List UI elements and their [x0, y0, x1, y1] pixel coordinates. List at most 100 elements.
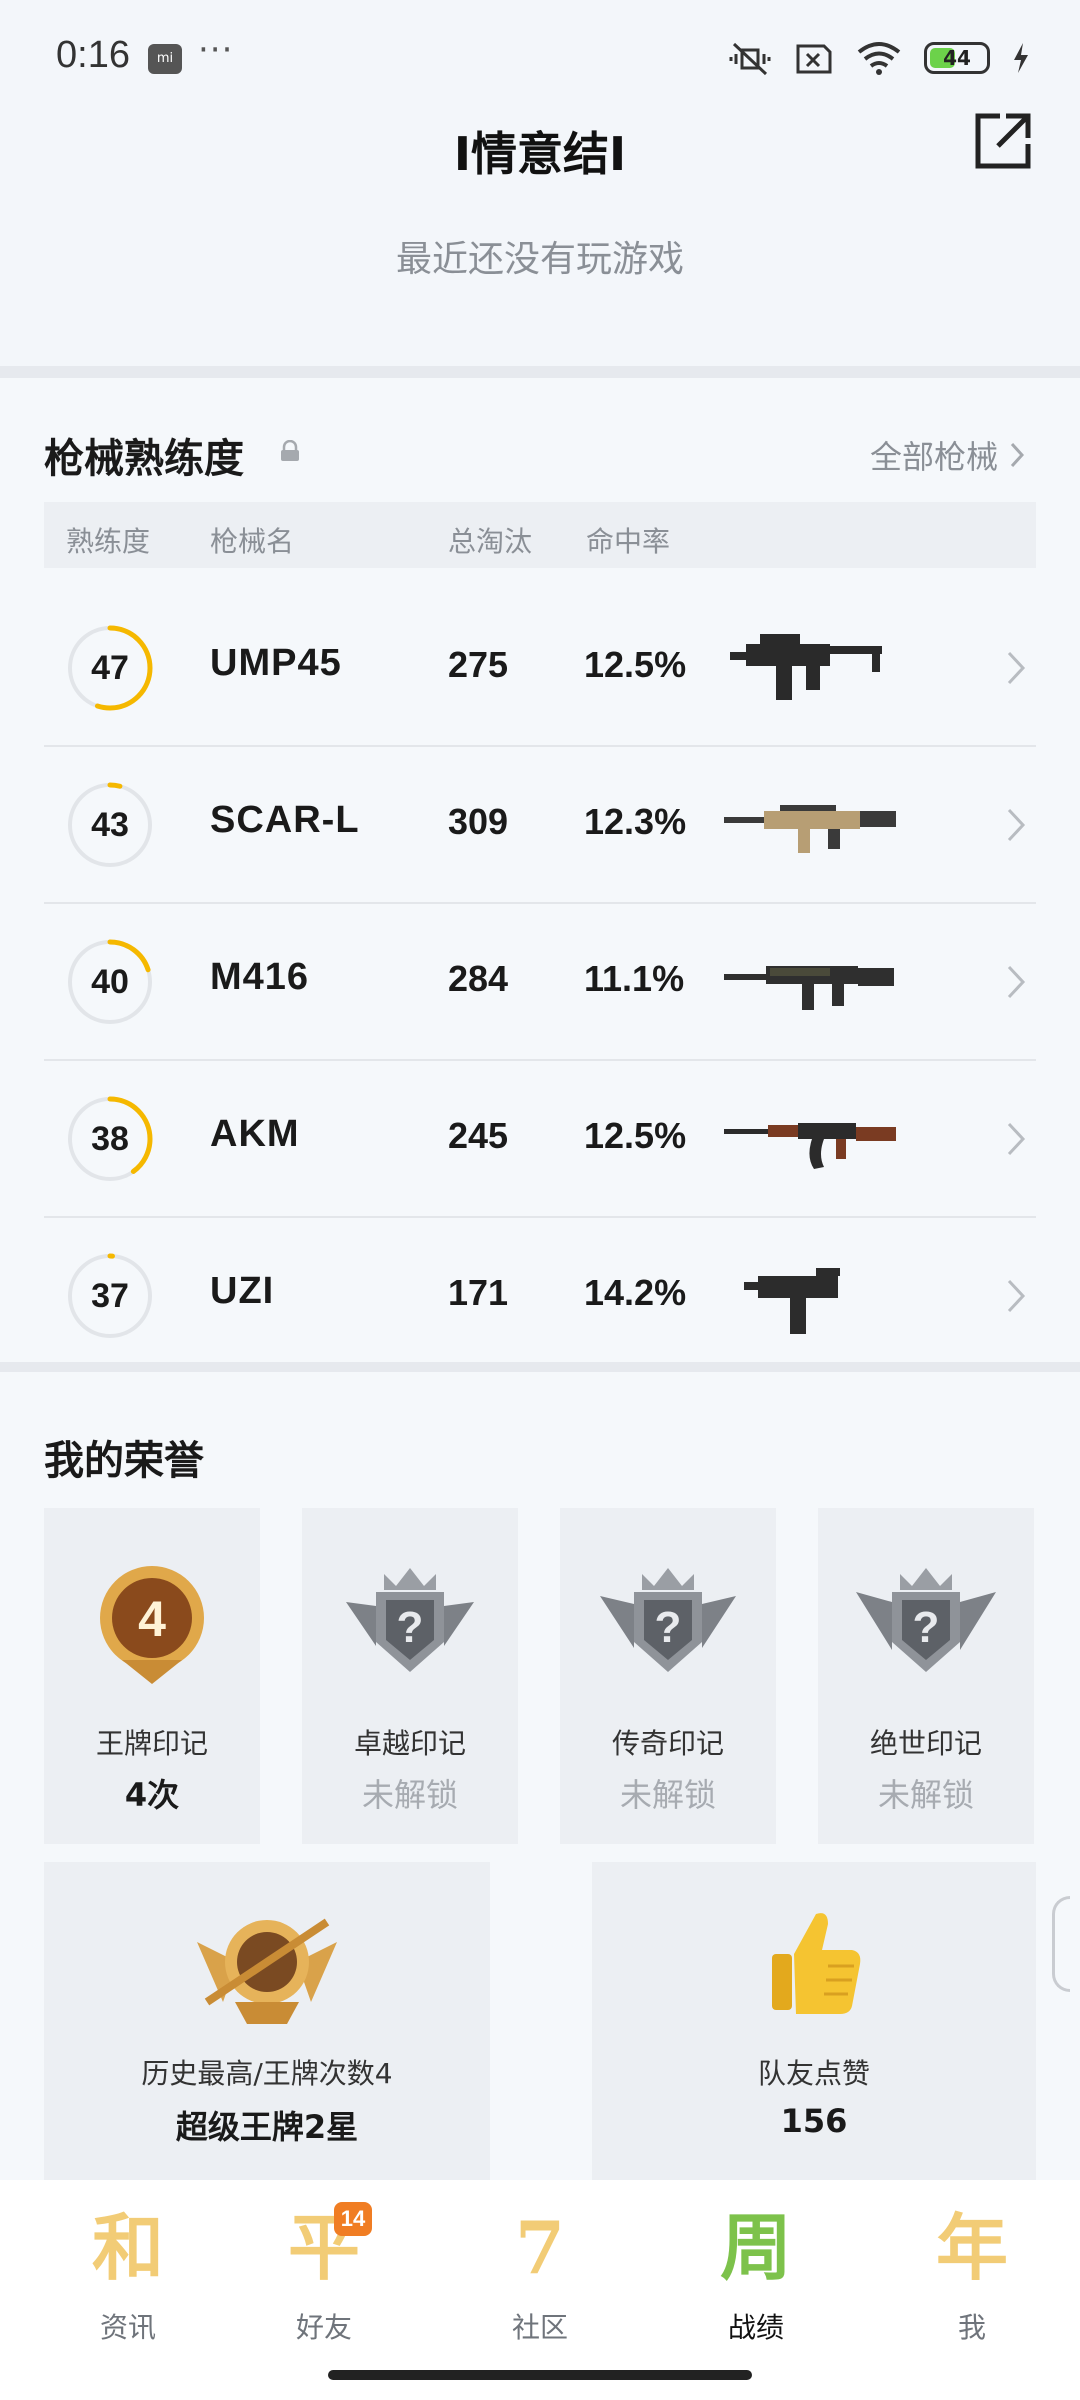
column-weapon-name: 枪械名	[210, 525, 295, 558]
honor-label: 王牌印记	[95, 1727, 208, 1760]
super-ace-badge-icon	[197, 1918, 337, 2024]
likes-count: 156	[780, 2102, 848, 2140]
edge-pull-handle[interactable]	[1052, 1896, 1070, 1992]
chevron-right-icon	[1007, 965, 1026, 999]
weapon-row[interactable]: 40 M416 284 11.1%	[44, 904, 1036, 1061]
weapon-hit-rate: 14.2%	[584, 1272, 687, 1313]
section-title: 枪械熟练度	[44, 436, 244, 482]
records-icon: 周	[719, 2205, 792, 2290]
friends-icon: 平	[287, 2205, 360, 2290]
section-divider	[0, 1362, 1080, 1372]
honor-card-ace[interactable]: 4 王牌印记 4次	[44, 1508, 260, 1844]
nav-label: 好友	[295, 2311, 352, 2344]
ace-badge-count: 4	[138, 1591, 166, 1647]
honor-card-peerless[interactable]: ? 绝世印记 未解锁	[818, 1508, 1034, 1844]
weapon-table-header: 熟练度 枪械名 总淘汰 命中率	[44, 502, 1036, 568]
status-time: 0:16	[56, 34, 130, 76]
honor-value: 未解锁	[619, 1776, 716, 1814]
chevron-right-icon	[1007, 1122, 1026, 1156]
nav-item-me[interactable]: 年 我	[864, 2206, 1080, 2356]
teammate-likes-card[interactable]: 队友点赞 156	[592, 1862, 1036, 2180]
wifi-icon	[857, 42, 901, 75]
honor-value: 4次	[124, 1776, 180, 1814]
honors-section: 我的荣誉 4 王牌印记 4次 ? 卓越印记 未解锁 ? 传奇印记 未解锁 ? 绝…	[0, 1372, 1080, 2180]
honor-value: 未解锁	[877, 1776, 974, 1814]
nav-item-records[interactable]: 周 战绩	[648, 2206, 864, 2356]
profile-icon: 年	[935, 2205, 1008, 2290]
mute-vibrate-icon	[729, 42, 771, 76]
honor-card-legend[interactable]: ? 传奇印记 未解锁	[560, 1508, 776, 1844]
news-icon: 和	[91, 2205, 164, 2290]
proficiency-level: 40	[91, 963, 129, 1001]
notification-badge: 14	[334, 2202, 372, 2236]
all-weapons-link[interactable]: 全部枪械	[870, 432, 1024, 478]
proficiency-level: 43	[91, 806, 129, 844]
chevron-right-icon	[1007, 651, 1026, 685]
home-indicator[interactable]	[328, 2370, 752, 2380]
status-icons: 44	[728, 40, 1030, 76]
column-proficiency: 熟练度	[66, 525, 151, 558]
status-bar: 0:16 mi ··· 44	[0, 0, 1080, 120]
weapon-name: UMP45	[210, 642, 342, 684]
share-icon[interactable]	[972, 110, 1034, 172]
highest-rank-value: 超级王牌2星	[175, 2108, 359, 2146]
weapon-row[interactable]: 38 AKM 245 12.5%	[44, 1061, 1036, 1218]
locked-badge-mark: ?	[397, 1603, 424, 1652]
weapon-kills: 275	[448, 644, 509, 685]
weapon-hit-rate: 11.1%	[584, 958, 685, 999]
locked-badge-mark: ?	[655, 1603, 682, 1652]
ace-badge-icon: 4	[100, 1566, 204, 1684]
weapon-kills: 171	[448, 1272, 509, 1313]
player-name: I情意结I	[453, 127, 627, 181]
column-hit-rate: 命中率	[586, 525, 671, 558]
weapon-kills: 284	[448, 958, 509, 999]
proficiency-level: 37	[91, 1277, 129, 1315]
honor-label: 绝世印记	[869, 1727, 982, 1760]
weapon-name: SCAR-L	[210, 799, 360, 841]
no-sim-icon	[796, 44, 832, 74]
highest-rank-label: 历史最高/王牌次数4	[141, 2057, 393, 2090]
likes-label: 队友点赞	[757, 2057, 870, 2090]
section-divider	[0, 366, 1080, 378]
thumbs-up-icon	[772, 1913, 861, 2014]
nav-label: 战绩	[727, 2311, 784, 2344]
nav-item-friends[interactable]: 平 14 好友	[216, 2202, 432, 2356]
all-weapons-label: 全部枪械	[869, 438, 998, 476]
locked-badge-mark: ?	[913, 1603, 940, 1652]
community-icon: 7	[514, 2205, 566, 2290]
weapon-row[interactable]: 47 UMP45 275 12.5%	[44, 590, 1036, 747]
honor-value: 未解锁	[361, 1776, 458, 1814]
weapon-name: M416	[210, 956, 310, 998]
locked-badge-icon: ?	[600, 1568, 736, 1672]
mi-app-icon: mi	[148, 44, 182, 74]
lock-icon	[281, 440, 299, 461]
highest-rank-card[interactable]: 历史最高/王牌次数4 超级王牌2星	[44, 1862, 490, 2180]
proficiency-level: 47	[91, 649, 129, 687]
proficiency-level: 38	[91, 1120, 129, 1158]
recent-game-status: 最近还没有玩游戏	[395, 239, 684, 280]
weapon-hit-rate: 12.3%	[584, 801, 687, 842]
weapon-name: UZI	[210, 1270, 275, 1312]
bottom-navigation: 和 资讯 平 14 好友 7 社区 周 战绩 年 我	[0, 2180, 1080, 2400]
nav-label: 资讯	[99, 2311, 156, 2344]
chevron-right-icon	[1010, 442, 1024, 468]
section-title: 我的荣誉	[44, 1438, 204, 1484]
weapon-kills: 245	[448, 1115, 509, 1156]
weapon-name: AKM	[210, 1113, 300, 1155]
nav-item-news[interactable]: 和 资讯	[20, 2206, 236, 2356]
nav-item-community[interactable]: 7 社区	[432, 2206, 648, 2356]
honor-label: 卓越印记	[353, 1727, 466, 1760]
weapon-row[interactable]: 43 SCAR-L 309 12.3%	[44, 747, 1036, 904]
assault-rifle-icon	[724, 966, 894, 1010]
weapon-hit-rate: 12.5%	[584, 1115, 687, 1156]
assault-rifle-icon	[724, 805, 896, 853]
honor-card-excellent[interactable]: ? 卓越印记 未解锁	[302, 1508, 518, 1844]
weapon-row[interactable]: 37 UZI 171 14.2%	[44, 1218, 1036, 1375]
smg-icon	[730, 634, 882, 700]
locked-badge-icon: ?	[346, 1568, 474, 1672]
column-total-kills: 总淘汰	[448, 525, 533, 558]
nav-label: 社区	[511, 2311, 568, 2344]
chevron-right-icon	[1007, 1279, 1026, 1313]
battery-icon: 44	[924, 42, 990, 74]
uzi-icon	[744, 1268, 840, 1334]
